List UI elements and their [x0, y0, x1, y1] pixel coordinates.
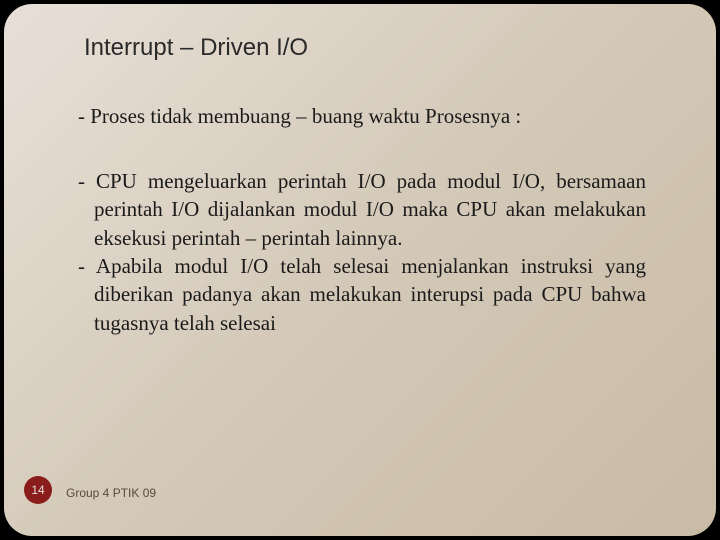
bullet-2: - CPU mengeluarkan perintah I/O pada mod…: [94, 167, 646, 252]
page-number-badge: 14: [24, 476, 52, 504]
bullet-3: - Apabila modul I/O telah selesai menjal…: [94, 252, 646, 337]
bullet-block: - CPU mengeluarkan perintah I/O pada mod…: [94, 167, 646, 337]
footer-text: Group 4 PTIK 09: [66, 486, 156, 500]
slide: Interrupt – Driven I/O - Proses tidak me…: [4, 4, 716, 536]
slide-content: - Proses tidak membuang – buang waktu Pr…: [74, 104, 656, 337]
slide-title: Interrupt – Driven I/O: [84, 34, 656, 62]
bullet-1: - Proses tidak membuang – buang waktu Pr…: [94, 104, 656, 129]
